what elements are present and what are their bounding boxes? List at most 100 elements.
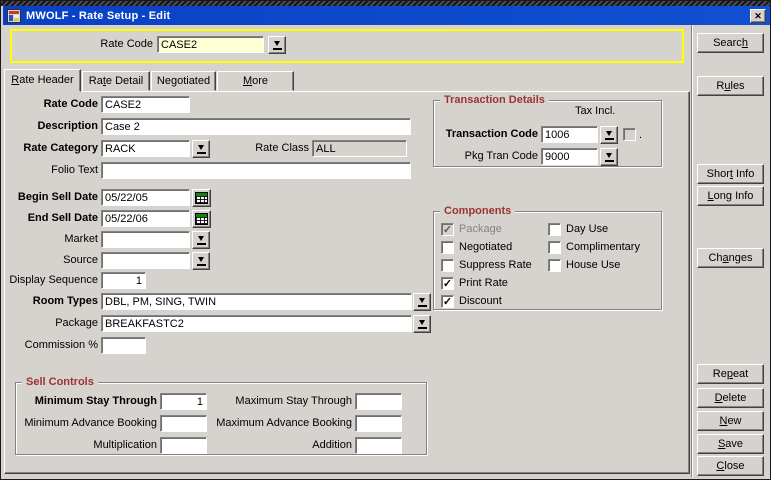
day-use-checkbox[interactable] bbox=[548, 223, 561, 236]
tab-rate-header[interactable]: Rate Header bbox=[4, 69, 81, 92]
package-checkbox: ✓ bbox=[441, 223, 454, 236]
pkg-tran-code-label: Pkg Tran Code bbox=[435, 148, 538, 165]
rate-code-top-label: Rate Code bbox=[57, 36, 153, 53]
folio-text-label: Folio Text bbox=[3, 162, 98, 179]
close-button[interactable]: Close bbox=[697, 456, 764, 476]
tab-rate-detail[interactable]: Rate Detail bbox=[82, 71, 150, 91]
components-column-right: Day Use Complimentary House Use bbox=[548, 220, 640, 274]
changes-button[interactable]: Changes bbox=[697, 248, 764, 268]
description-label: Description bbox=[3, 118, 98, 135]
maximum-advance-booking-input[interactable] bbox=[355, 415, 402, 432]
market-input[interactable] bbox=[101, 231, 190, 248]
minimum-advance-booking-input[interactable] bbox=[160, 415, 207, 432]
addition-input[interactable] bbox=[355, 437, 402, 454]
dropdown-list-icon bbox=[197, 257, 206, 266]
rate-category-input[interactable] bbox=[101, 140, 190, 157]
complimentary-checkbox-label: Complimentary bbox=[566, 241, 640, 253]
suppress-rate-checkbox-label: Suppress Rate bbox=[459, 259, 532, 271]
calendar-icon bbox=[195, 192, 208, 204]
tab-negotiated[interactable]: Negotiated bbox=[151, 71, 216, 91]
discount-checkbox[interactable]: ✓ bbox=[441, 295, 454, 308]
print-rate-checkbox[interactable]: ✓ bbox=[441, 277, 454, 290]
market-lov-button[interactable] bbox=[192, 231, 210, 249]
rules-button[interactable]: Rules bbox=[697, 76, 764, 96]
maximum-stay-through-input[interactable] bbox=[355, 393, 402, 410]
component-row-day-use: Day Use bbox=[548, 220, 640, 238]
display-sequence-label: Display Sequence bbox=[3, 272, 98, 289]
rate-code-top-input[interactable] bbox=[157, 36, 264, 53]
transaction-details-title: Transaction Details bbox=[440, 94, 549, 107]
source-label: Source bbox=[3, 252, 98, 269]
dropdown-list-icon bbox=[605, 153, 614, 162]
rate-code-lov-button[interactable] bbox=[268, 36, 286, 54]
complimentary-checkbox[interactable] bbox=[548, 241, 561, 254]
pkg-tran-code-lov-button[interactable] bbox=[600, 148, 618, 166]
transaction-code-input[interactable] bbox=[541, 126, 598, 143]
display-sequence-input[interactable] bbox=[101, 272, 146, 289]
short-info-button[interactable]: Short Info bbox=[697, 164, 764, 184]
dropdown-list-icon bbox=[197, 236, 206, 245]
component-row-print-rate: ✓ Print Rate bbox=[441, 274, 532, 292]
tax-incl-checkbox bbox=[623, 128, 636, 141]
long-info-button[interactable]: Long Info bbox=[697, 186, 764, 206]
addition-label: Addition bbox=[206, 437, 352, 454]
component-row-package: ✓Package bbox=[441, 220, 532, 238]
dropdown-list-icon bbox=[418, 298, 427, 307]
room-types-lov-button[interactable] bbox=[413, 293, 431, 311]
rate-code-label: Rate Code bbox=[3, 96, 98, 113]
component-row-house-use: House Use bbox=[548, 256, 640, 274]
save-button[interactable]: Save bbox=[697, 434, 764, 454]
tab-more[interactable]: More bbox=[217, 71, 294, 91]
source-input[interactable] bbox=[101, 252, 190, 269]
end-sell-date-input[interactable] bbox=[101, 210, 190, 227]
begin-sell-date-calendar-button[interactable] bbox=[192, 189, 211, 207]
delete-button[interactable]: Delete bbox=[697, 388, 764, 408]
app-icon bbox=[7, 9, 21, 23]
house-use-checkbox-label: House Use bbox=[566, 259, 620, 271]
end-sell-date-label: End Sell Date bbox=[3, 210, 98, 227]
end-sell-date-calendar-button[interactable] bbox=[192, 210, 211, 228]
negotiated-checkbox-label: Negotiated bbox=[459, 241, 512, 253]
folio-text-input[interactable] bbox=[101, 162, 411, 179]
package-label: Package bbox=[3, 315, 98, 332]
maximum-stay-through-label: Maximum Stay Through bbox=[206, 393, 352, 410]
commission-input[interactable] bbox=[101, 337, 146, 354]
multiplication-input[interactable] bbox=[160, 437, 207, 454]
maximum-advance-booking-label: Maximum Advance Booking bbox=[206, 415, 352, 432]
dropdown-list-icon bbox=[418, 320, 427, 329]
window-title: MWOLF - Rate Setup - Edit bbox=[26, 10, 750, 22]
package-input[interactable] bbox=[101, 315, 412, 332]
source-lov-button[interactable] bbox=[192, 252, 210, 270]
rate-category-lov-button[interactable] bbox=[192, 140, 210, 158]
package-lov-button[interactable] bbox=[413, 315, 431, 333]
transaction-code-lov-button[interactable] bbox=[600, 126, 618, 144]
components-title: Components bbox=[440, 205, 515, 218]
discount-checkbox-label: Discount bbox=[459, 295, 502, 307]
new-button[interactable]: New bbox=[697, 411, 764, 431]
tax-incl-suffix: . bbox=[639, 127, 647, 144]
begin-sell-date-input[interactable] bbox=[101, 189, 190, 206]
component-row-discount: ✓ Discount bbox=[441, 292, 532, 310]
room-types-input[interactable] bbox=[101, 293, 412, 310]
search-button[interactable]: Search bbox=[697, 33, 764, 53]
pkg-tran-code-input[interactable] bbox=[541, 148, 598, 165]
close-window-button[interactable]: ✕ bbox=[750, 9, 766, 23]
transaction-code-label: Transaction Code bbox=[435, 126, 538, 143]
description-input[interactable] bbox=[101, 118, 411, 135]
calendar-icon bbox=[195, 213, 208, 225]
room-types-label: Room Types bbox=[3, 293, 98, 310]
house-use-checkbox[interactable] bbox=[548, 259, 561, 272]
components-column-left: ✓Package Negotiated Suppress Rate ✓ Print Ra… bbox=[441, 220, 532, 310]
begin-sell-date-label: Begin Sell Date bbox=[3, 189, 98, 206]
negotiated-checkbox[interactable] bbox=[441, 241, 454, 254]
tax-incl-label: Tax Incl. bbox=[575, 103, 625, 120]
print-rate-checkbox-label: Print Rate bbox=[459, 277, 508, 289]
multiplication-label: Multiplication bbox=[11, 437, 157, 454]
repeat-button[interactable]: Repeat bbox=[697, 364, 764, 384]
rate-setup-window: MWOLF - Rate Setup - Edit ✕ Rate Code Ra… bbox=[0, 0, 771, 480]
suppress-rate-checkbox[interactable] bbox=[441, 259, 454, 272]
minimum-advance-booking-label: Minimum Advance Booking bbox=[11, 415, 157, 432]
titlebar[interactable]: MWOLF - Rate Setup - Edit ✕ bbox=[3, 6, 770, 25]
rate-code-input[interactable] bbox=[101, 96, 190, 113]
minimum-stay-through-input[interactable] bbox=[160, 393, 207, 410]
